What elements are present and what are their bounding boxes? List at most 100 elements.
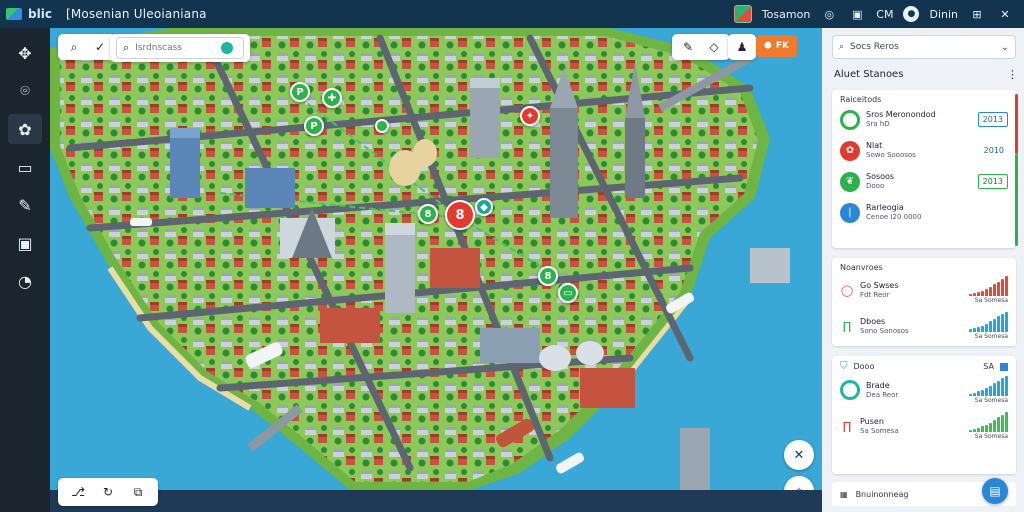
- pen-icon[interactable]: ✎: [8, 190, 42, 220]
- route-name: Rarleogia: [866, 203, 904, 212]
- route-row[interactable]: ❘ Rarleogia Cenoe I20 0000: [832, 197, 1016, 228]
- route-value: 2010: [983, 146, 1004, 155]
- map-marker-green[interactable]: ▭: [558, 283, 578, 303]
- layers-icon[interactable]: ✿: [8, 114, 42, 144]
- search-icon: ⌕: [123, 41, 130, 54]
- spark-bar: [977, 327, 980, 332]
- stat-row[interactable]: ∏ Dboes Sono Sonosos Sa Somesa: [832, 308, 1016, 344]
- map-search-box[interactable]: ⌕: [116, 37, 244, 59]
- stat-name: Go Swses: [860, 280, 899, 290]
- globe-icon[interactable]: ◎: [820, 5, 838, 23]
- route-icon[interactable]: ⎇: [68, 482, 88, 502]
- action-button[interactable]: ⬢ FK: [756, 35, 797, 57]
- spark-bar: [1001, 378, 1004, 396]
- spark-bar: [973, 393, 976, 396]
- card-side-label: SA: [983, 362, 994, 371]
- map-marker-green[interactable]: [375, 119, 389, 133]
- spark-bar: [985, 289, 988, 296]
- shield-icon: ⛉: [840, 361, 848, 372]
- check-icon[interactable]: ✓: [90, 37, 110, 57]
- close-icon[interactable]: ✕: [996, 5, 1014, 23]
- spark-bar: [981, 426, 984, 432]
- expand-button[interactable]: ✕: [784, 440, 814, 470]
- calendar-icon[interactable]: ▣: [8, 228, 42, 258]
- stat-name: Brade: [866, 380, 890, 390]
- spark-caption: Sa Somesa: [974, 333, 1008, 340]
- status-strip: [1015, 94, 1018, 154]
- avatar[interactable]: [733, 5, 752, 23]
- spark-bar: [977, 428, 980, 432]
- route-row[interactable]: ❦ Sosoos Dooo 2013: [832, 166, 1016, 197]
- panel-search[interactable]: ⌕ Socs Reros ⌄: [832, 35, 1016, 59]
- monitor-icon[interactable]: ▣: [848, 5, 866, 23]
- map-marker-green[interactable]: ✚: [322, 88, 342, 108]
- map-pin-icon[interactable]: ⌾: [8, 76, 42, 106]
- spark-bar: [973, 328, 976, 332]
- edit-icon[interactable]: ✎: [678, 37, 698, 57]
- sparkline: Sa Somesa: [969, 412, 1008, 440]
- ring-icon: ◯: [840, 283, 854, 297]
- route-sub: Sra hD: [866, 120, 890, 128]
- user-label[interactable]: Tosamon: [762, 8, 810, 21]
- stat-sub: Dea Reor: [866, 390, 899, 399]
- bracket-icon: ∏: [842, 319, 852, 333]
- map-marker-selected[interactable]: 8: [445, 200, 475, 230]
- spark-bar: [973, 293, 976, 296]
- brand-name: blic: [28, 7, 52, 21]
- spark-bar: [997, 316, 1000, 332]
- panel-icon[interactable]: ▭: [8, 152, 42, 182]
- spark-bars: [969, 312, 1008, 332]
- map-search: ⌕: [110, 34, 250, 62]
- spark-bar: [997, 381, 1000, 396]
- city-map[interactable]: P ✚ P ✦ 8 8 ◆ 8 ▭ ⌕ ✓ ⌕ ✎ ◇ ♟ ⬢ FK ✕ ⌖: [50, 28, 822, 490]
- map-marker-red[interactable]: ✦: [520, 106, 540, 126]
- share-icon[interactable]: ⧉: [128, 482, 148, 502]
- grid-icon[interactable]: ⊞: [968, 5, 986, 23]
- sparkline: Sa Somesa: [969, 312, 1008, 340]
- map-marker-green[interactable]: P: [290, 82, 310, 102]
- map-search-input[interactable]: [135, 43, 216, 53]
- spark-bar: [977, 292, 980, 296]
- map-marker-green[interactable]: 8: [538, 266, 558, 286]
- status-icon[interactable]: ●: [903, 6, 920, 22]
- card-side-icon: [1000, 362, 1008, 371]
- spark-bars: [969, 376, 1008, 396]
- location-icon[interactable]: [221, 42, 234, 54]
- chevron-down-icon[interactable]: ⌄: [1001, 42, 1009, 53]
- map-marker-teal[interactable]: ◆: [475, 198, 493, 216]
- bracket-icon: ∏: [842, 419, 852, 433]
- gauge-icon[interactable]: ◔: [8, 266, 42, 296]
- spark-bar: [989, 321, 992, 332]
- map-marker-green[interactable]: P: [304, 116, 324, 136]
- spark-bar: [1005, 412, 1008, 432]
- spark-bar: [993, 420, 996, 432]
- layers-icon[interactable]: ◇: [704, 37, 724, 57]
- compass-icon[interactable]: ✥: [8, 38, 42, 68]
- panel-title: Aluet Stanoes: [834, 69, 904, 80]
- chat-button[interactable]: ▤: [982, 478, 1008, 504]
- stat-row[interactable]: Brade Dea Reor Sa Somesa: [832, 372, 1016, 408]
- app-title: [Mosenian Uleoianiana: [66, 7, 207, 21]
- user-icon[interactable]: ♟: [732, 37, 752, 57]
- stat-row[interactable]: ∏ Pusen Sa Somesa Sa Somesa: [832, 408, 1016, 444]
- spark-bar: [969, 430, 972, 432]
- stats-card: Noanvroes ◯ Go Swses Fdt Reor Sa Somesa ∏…: [832, 258, 1016, 346]
- map-canvas[interactable]: [50, 28, 822, 490]
- route-row[interactable]: Sros Meronondod Sra hD 2013: [832, 104, 1016, 135]
- spark-bar: [981, 390, 984, 396]
- spark-bar: [969, 394, 972, 396]
- history-icon[interactable]: ↻: [98, 482, 118, 502]
- stat-row[interactable]: ◯ Go Swses Fdt Reor Sa Somesa: [832, 272, 1016, 308]
- brand[interactable]: blic: [0, 7, 60, 21]
- search-icon[interactable]: ⌕: [64, 37, 84, 57]
- spark-bar: [997, 417, 1000, 432]
- more-icon[interactable]: ⋮: [1007, 68, 1018, 81]
- view-label[interactable]: CM: [876, 8, 893, 21]
- spark-bar: [1005, 276, 1008, 296]
- map-marker-green[interactable]: 8: [418, 204, 438, 224]
- spark-bar: [985, 425, 988, 432]
- spark-bar: [993, 383, 996, 396]
- account-label[interactable]: Dinin: [929, 8, 958, 21]
- route-row[interactable]: ✿ Nlat Sowo Sooosos 2010: [832, 135, 1016, 166]
- route-name: Nlat: [866, 141, 883, 150]
